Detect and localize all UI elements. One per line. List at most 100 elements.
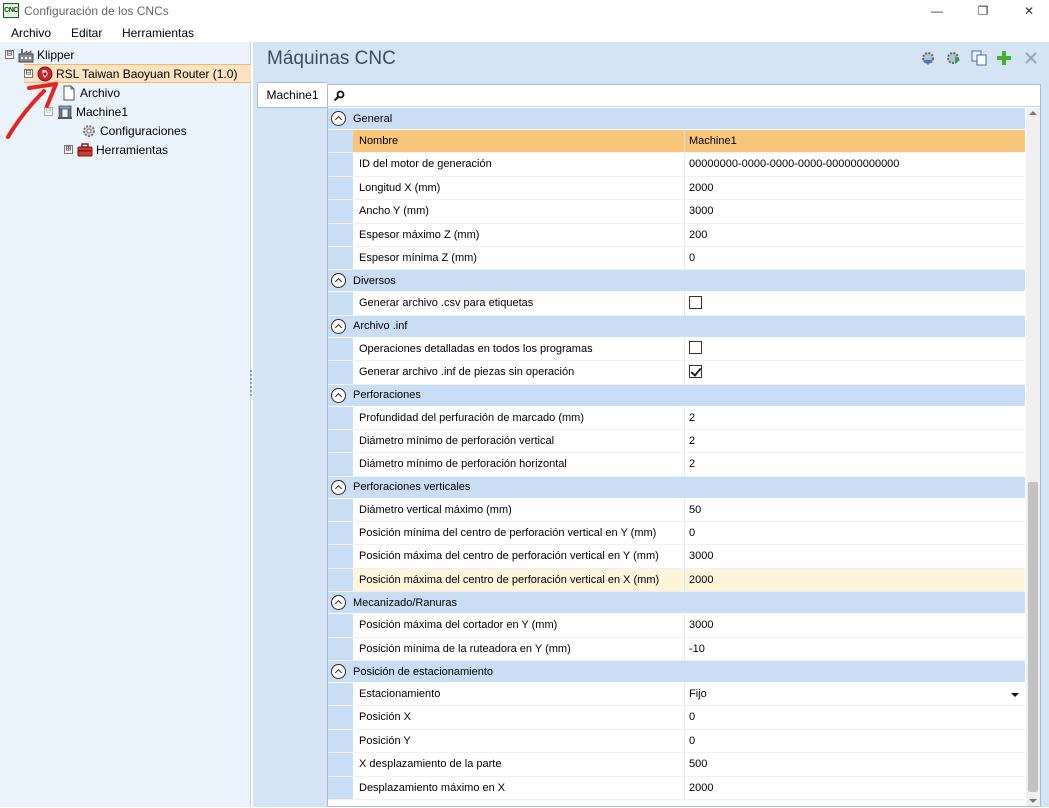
delete-icon[interactable] [1023,50,1039,66]
property-value-text: Fijo [689,688,707,701]
property-row[interactable]: X desplazamiento de la parte 500 [328,753,1025,777]
checkbox[interactable] [689,364,702,378]
row-gutter [328,545,353,568]
close-button[interactable]: ✕ [1006,0,1049,22]
property-value[interactable]: 50 [685,499,1025,521]
vertical-scrollbar[interactable] [1026,108,1040,806]
maximize-button[interactable]: ❐ [960,0,1006,22]
search-input[interactable] [350,87,1030,104]
category-row[interactable]: Perforaciones [328,384,1025,407]
property-value-text: 3000 [689,619,714,632]
property-value[interactable]: -10 [685,638,1025,660]
checkbox[interactable] [689,341,702,355]
add-icon[interactable] [996,50,1012,66]
property-row[interactable]: Posición mínima del centro de perforació… [328,522,1025,546]
scroll-down-icon[interactable] [1029,799,1037,803]
menu-archivo[interactable]: Archivo [11,26,51,40]
property-checkbox-cell[interactable] [685,361,1025,383]
property-value[interactable]: 2 [685,453,1025,475]
property-value[interactable]: 3000 [685,200,1025,222]
property-row[interactable]: Diámetro vertical máximo (mm) 50 [328,498,1025,523]
tree-item-label: Herramientas [96,142,169,157]
gear-import-icon[interactable] [920,50,936,66]
property-row[interactable]: Ancho Y (mm) 3000 [328,200,1025,224]
collapse-icon[interactable] [331,595,346,611]
property-value[interactable]: 500 [685,753,1025,775]
property-row[interactable]: Posición X 0 [328,706,1025,730]
copy-icon[interactable] [971,50,987,66]
property-value[interactable]: 2000 [685,177,1025,199]
property-name: Diámetro mínimo de perforación vertical [353,429,685,453]
scroll-up-icon[interactable] [1029,111,1037,115]
property-value[interactable]: 200 [685,224,1025,246]
tree-item-label: RSL Taiwan Baoyuan Router (1.0) [56,66,238,81]
row-gutter [328,729,353,753]
menu-editar[interactable]: Editar [71,26,102,40]
checkbox[interactable] [689,295,702,309]
property-dropdown[interactable]: Fijo [685,683,1025,705]
property-row[interactable]: Estacionamiento Fijo [328,683,1025,707]
tab-machine1[interactable]: Machine1 [257,82,327,108]
property-row[interactable]: Diámetro mínimo de perforación horizonta… [328,453,1025,477]
tree-item-herramientas[interactable]: ⊞ Herramientas [64,140,168,159]
collapse-icon[interactable] [331,273,346,289]
property-row[interactable]: Diámetro mínimo de perforación vertical 2 [328,429,1025,454]
collapse-icon[interactable] [331,318,346,334]
property-name: Estacionamiento [353,683,685,706]
property-row[interactable]: Profundidad del perfuración de marcado (… [328,406,1025,430]
property-row[interactable]: Posición máxima del centro de perforació… [328,568,1025,593]
annotation-arrow [6,82,58,139]
property-row[interactable]: Posición mínima de la ruteadora en Y (mm… [328,637,1025,662]
property-name: Operaciones detalladas en todos los prog… [353,337,685,361]
property-row[interactable]: Longitud X (mm) 2000 [328,176,1025,201]
property-checkbox-cell[interactable] [685,292,1025,314]
category-row[interactable]: Perforaciones verticales [328,476,1025,499]
title-bar: CNC Configuración de los CNCs — ❐ ✕ [0,0,1049,22]
expand-toggle[interactable]: ⊞ [64,145,73,154]
property-row[interactable]: Nombre Machine1 [328,130,1025,154]
property-row[interactable]: Generar archivo .inf de piezas sin opera… [328,361,1025,385]
property-value[interactable]: 2000 [685,777,1025,799]
menu-herramientas[interactable]: Herramientas [122,26,194,40]
property-value[interactable]: 2 [685,430,1025,452]
category-row[interactable]: Posición de estacionamiento [328,661,1025,684]
property-value[interactable]: 0 [685,706,1025,728]
row-gutter [328,176,353,200]
property-value[interactable]: 0 [685,247,1025,269]
category-row[interactable]: General [328,108,1025,130]
category-row[interactable]: Mecanizado/Ranuras [328,592,1025,615]
scroll-thumb[interactable] [1028,482,1038,792]
property-row[interactable]: Posición máxima del centro de perforació… [328,545,1025,569]
tree-item-configuraciones[interactable]: Configuraciones [81,121,187,140]
property-checkbox-cell[interactable] [685,338,1025,360]
property-value[interactable]: 0 [685,522,1025,544]
property-row[interactable]: Desplazamiento máximo en X 2000 [328,776,1025,800]
collapse-icon[interactable] [331,664,346,680]
collapse-icon[interactable] [331,387,346,403]
property-row[interactable]: Espesor mínima Z (mm) 0 [328,246,1025,271]
category-row[interactable]: Archivo .inf [328,315,1025,338]
property-row[interactable]: Generar archivo .csv para etiquetas [328,292,1025,316]
collapse-icon[interactable] [331,479,346,495]
tree-item-klipper[interactable]: ⊟ Klipper [5,45,74,64]
property-value[interactable]: 3000 [685,545,1025,567]
property-row[interactable]: ID del motor de generación 00000000-0000-… [328,153,1025,177]
property-row[interactable]: Posición Y 0 [328,729,1025,754]
collapse-icon[interactable] [331,111,346,126]
property-value[interactable]: Machine1 [685,130,1025,153]
property-value[interactable]: 2 [685,407,1025,429]
property-row[interactable]: Posición máxima del cortador en Y (mm) 30… [328,614,1025,638]
minimize-button[interactable]: — [914,0,960,22]
property-value[interactable]: 3000 [685,614,1025,636]
collapse-toggle[interactable]: ⊟ [5,50,14,59]
property-row[interactable]: Operaciones detalladas en todos los prog… [328,337,1025,362]
chevron-down-icon[interactable] [1011,693,1019,698]
property-row[interactable]: Espesor máximo Z (mm) 200 [328,223,1025,247]
tree-panel: ⊟ Klipper ⊟ RSL Taiwan Baoyuan Router (1… [0,42,251,807]
property-value[interactable]: 0 [685,730,1025,752]
property-value[interactable]: 2000 [685,568,1025,592]
category-row[interactable]: Diversos [328,270,1025,293]
row-gutter [328,130,353,153]
property-value[interactable]: 00000000-0000-0000-0000-000000000000 [685,153,1025,175]
gear-export-icon[interactable] [945,50,961,66]
